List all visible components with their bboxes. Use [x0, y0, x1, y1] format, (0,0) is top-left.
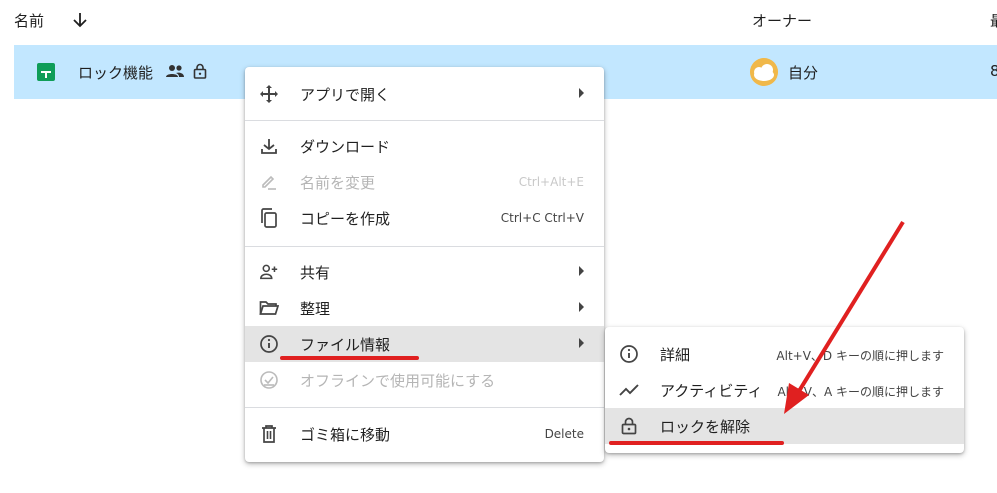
annotation-red-arrow: [784, 220, 905, 414]
